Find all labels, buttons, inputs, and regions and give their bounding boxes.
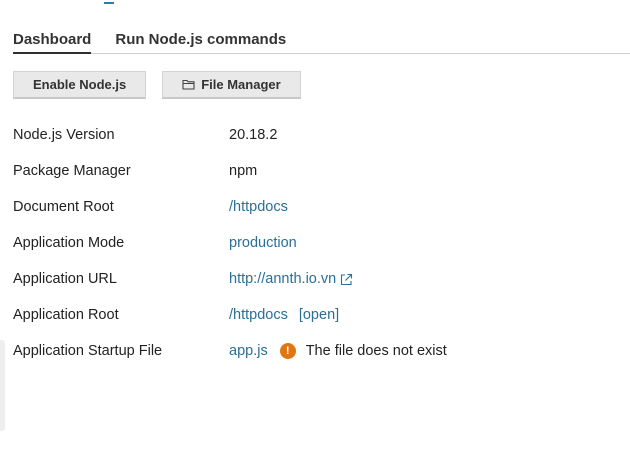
toolbar: Enable Node.js File Manager	[13, 71, 301, 99]
enable-nodejs-button[interactable]: Enable Node.js	[13, 71, 147, 99]
side-panel-edge	[0, 340, 5, 431]
tab-bar: Dashboard Run Node.js commands	[13, 28, 630, 54]
property-row-startup-file: Application Startup File app.js ! The fi…	[13, 333, 613, 369]
property-label: Application URL	[13, 271, 117, 287]
property-label: Package Manager	[13, 163, 131, 179]
file-manager-button[interactable]: File Manager	[162, 71, 301, 99]
property-row-nodejs-version: Node.js Version 20.18.2	[13, 117, 613, 153]
top-link-fragment	[104, 0, 114, 4]
folder-icon	[182, 79, 195, 90]
tab-run-nodejs-commands[interactable]: Run Node.js commands	[115, 28, 286, 53]
startup-file-warning: The file does not exist	[305, 343, 447, 359]
property-row-application-mode: Application Mode production	[13, 225, 613, 261]
external-link-icon[interactable]	[340, 273, 353, 286]
document-root-link[interactable]: /httpdocs	[229, 199, 288, 215]
enable-nodejs-label: Enable Node.js	[33, 77, 127, 92]
property-label: Application Root	[13, 307, 119, 323]
property-row-package-manager: Package Manager npm	[13, 153, 613, 189]
tab-dashboard[interactable]: Dashboard	[13, 28, 92, 54]
nodejs-version-value: 20.18.2	[229, 127, 278, 143]
file-manager-label: File Manager	[201, 77, 281, 92]
property-label: Document Root	[13, 199, 114, 215]
package-manager-value: npm	[229, 163, 258, 179]
property-label: Node.js Version	[13, 127, 115, 143]
application-root-link[interactable]: /httpdocs	[229, 307, 288, 323]
open-link[interactable]: [open]	[299, 307, 339, 323]
warning-icon: !	[279, 343, 296, 359]
application-url-link[interactable]: http://annth.io.vn	[229, 271, 336, 287]
startup-file-link[interactable]: app.js	[229, 343, 268, 359]
property-row-application-url: Application URL http://annth.io.vn	[13, 261, 613, 297]
property-label: Application Mode	[13, 235, 125, 251]
properties-list: Node.js Version 20.18.2 Package Manager …	[13, 117, 613, 369]
application-mode-link[interactable]: production	[229, 235, 297, 251]
property-row-application-root: Application Root /httpdocs [open]	[13, 297, 613, 333]
property-row-document-root: Document Root /httpdocs	[13, 189, 613, 225]
property-label: Application Startup File	[13, 343, 163, 359]
